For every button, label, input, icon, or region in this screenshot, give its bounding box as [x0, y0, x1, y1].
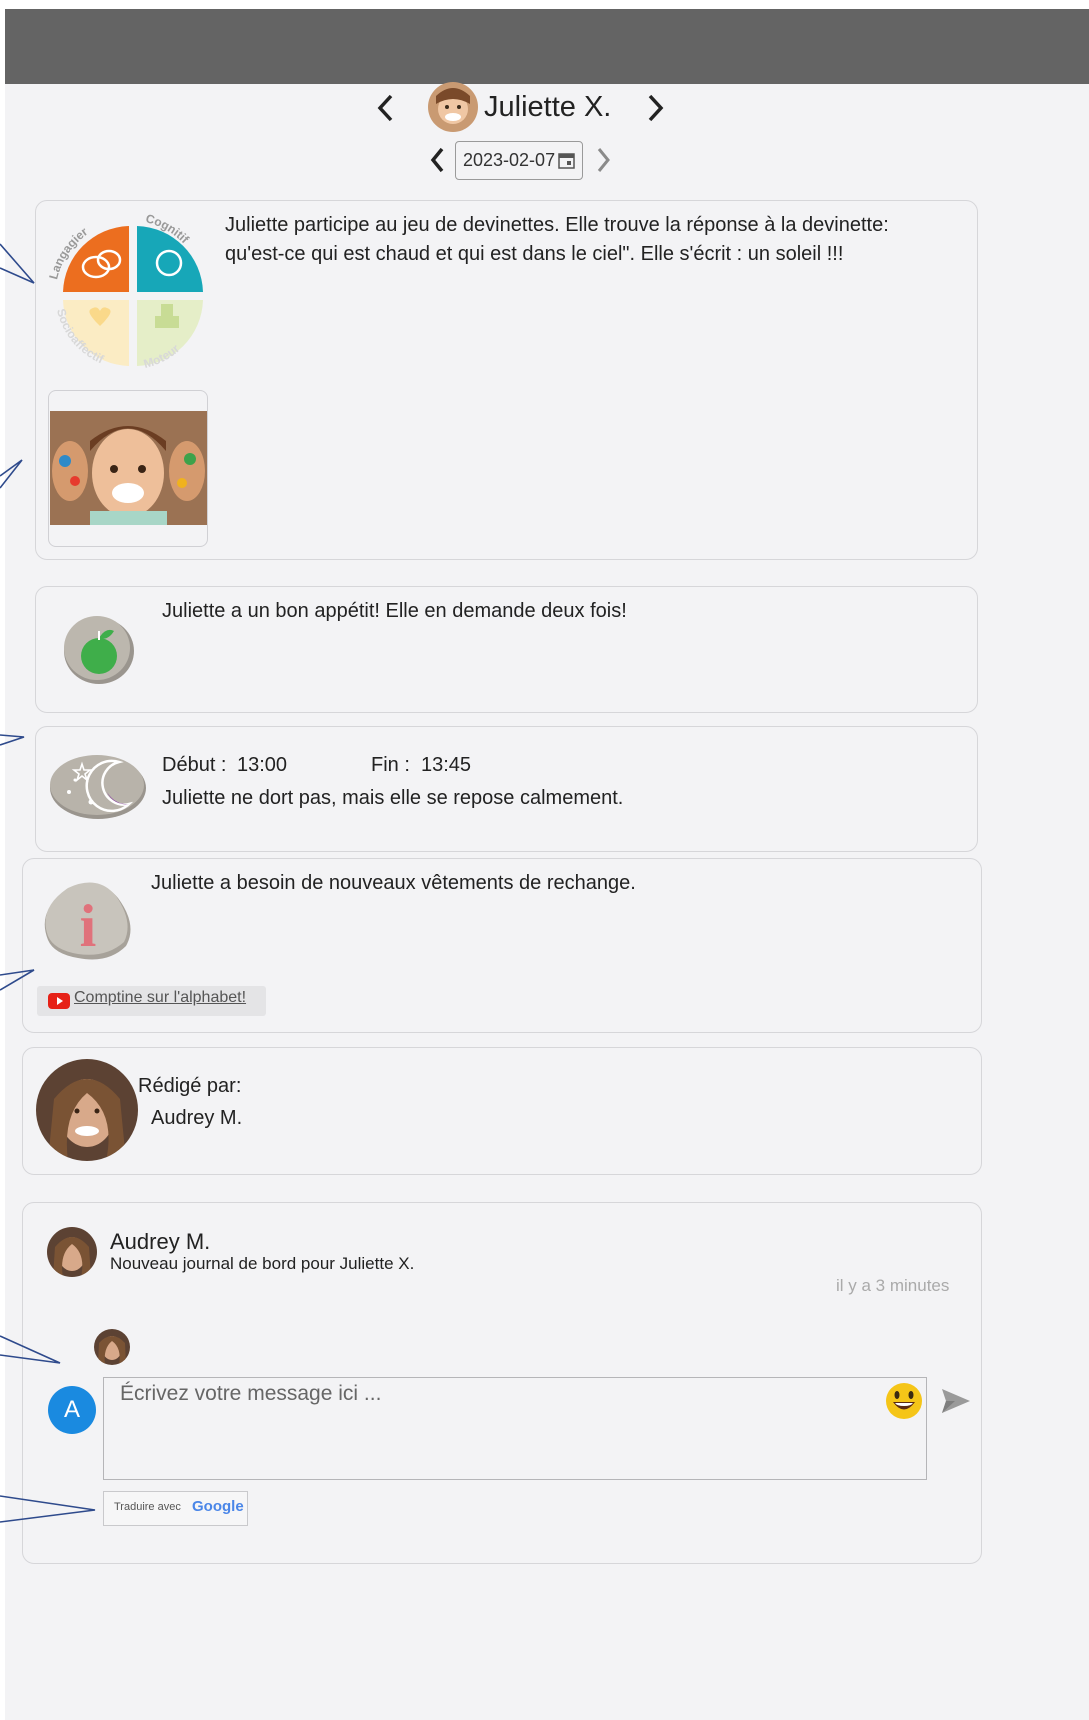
prev-date-button[interactable] [427, 145, 449, 181]
chevron-left-icon [430, 147, 444, 173]
next-date-button[interactable] [592, 145, 614, 181]
meal-text: Juliette a un bon appétit! Elle en deman… [162, 600, 627, 622]
child-name: Juliette X. [484, 91, 612, 123]
info-text: Juliette a besoin de nouveaux vêtements … [151, 872, 636, 894]
calendar-icon[interactable] [558, 152, 575, 169]
nap-end-label: Fin : [371, 754, 410, 776]
chevron-left-icon [377, 94, 393, 122]
send-icon[interactable] [941, 1387, 971, 1415]
message-placeholder: Écrivez votre message ici ... [120, 1382, 382, 1405]
chevron-right-icon [648, 94, 664, 122]
top-bar [5, 9, 1089, 84]
nap-start-label: Début : [162, 754, 227, 776]
notification-time: il y a 3 minutes [836, 1276, 950, 1295]
emoji-icon[interactable] [884, 1381, 924, 1421]
chevron-right-icon [597, 148, 610, 172]
author-name: Audrey M. [151, 1107, 243, 1129]
notification-message: Nouveau journal de bord pour Juliette X. [110, 1254, 415, 1273]
prev-child-button[interactable] [372, 91, 400, 131]
date-picker[interactable]: 2023-02-07 [455, 141, 583, 180]
date-value: 2023-02-07 [463, 150, 556, 170]
child-avatar [428, 82, 478, 132]
translate-button[interactable]: Traduire avec Google [103, 1491, 248, 1526]
message-input[interactable]: Écrivez votre message ici ... [103, 1377, 927, 1480]
google-logo: Google [192, 1498, 244, 1515]
next-child-button[interactable] [641, 91, 669, 131]
development-text: Juliette participe au jeu de devinettes.… [225, 214, 889, 265]
nap-text: Juliette ne dort pas, mais elle se repos… [162, 787, 624, 809]
nap-end-value: 13:45 [421, 754, 472, 776]
author-label: Rédigé par: [138, 1075, 242, 1097]
translate-label: Traduire avec [114, 1501, 181, 1513]
nap-start-value: 13:00 [237, 754, 288, 776]
annotation-arrows [0, 243, 96, 1523]
